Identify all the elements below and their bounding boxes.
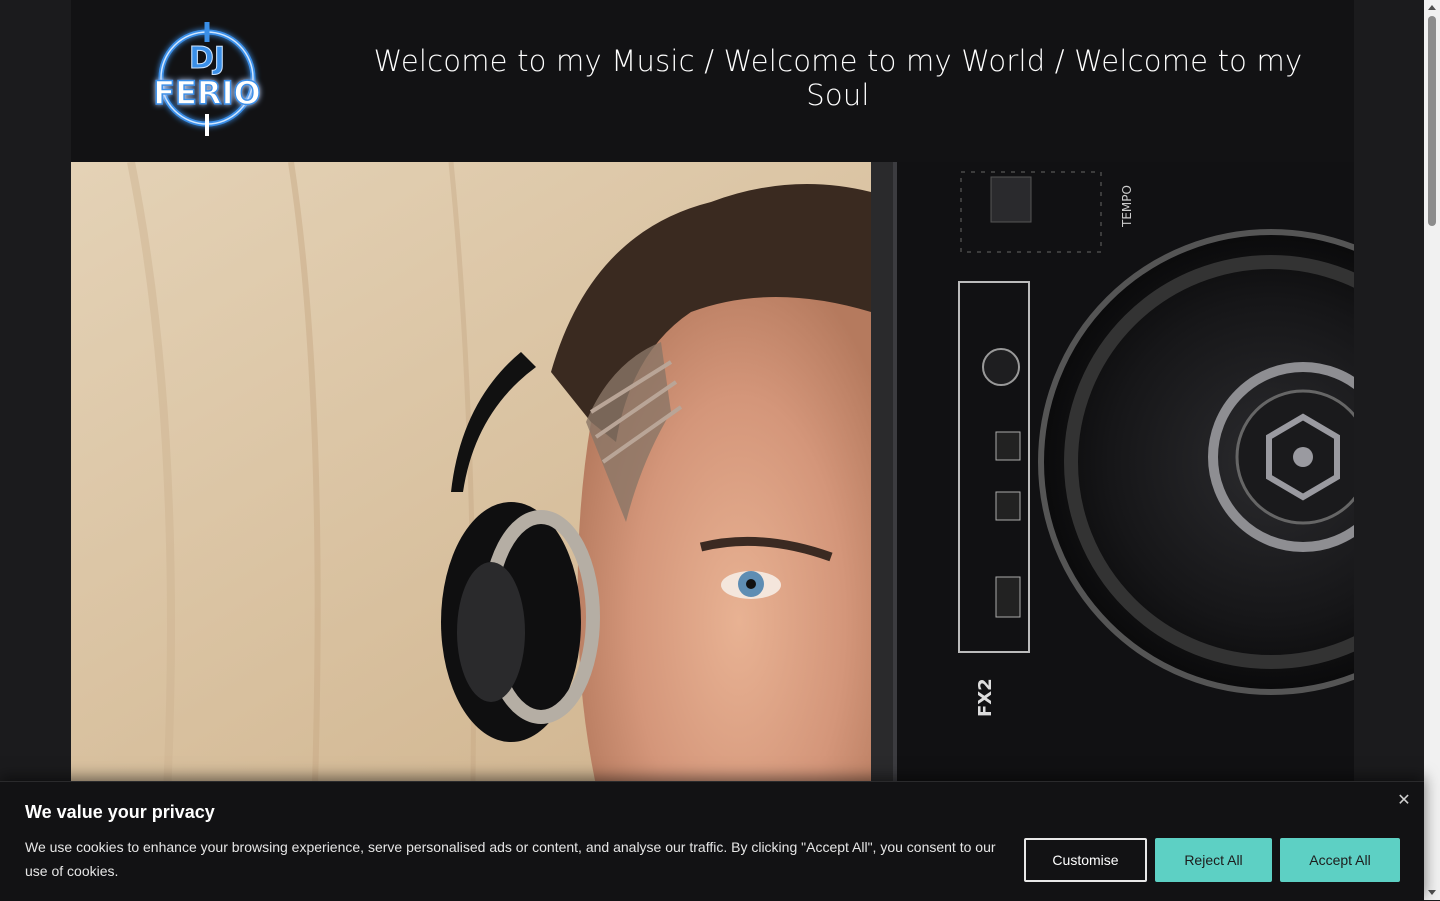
site-tagline: Welcome to my Music / Welcome to my Worl…: [373, 44, 1303, 112]
dj-ferio-logo-icon: DJ FERIO: [153, 22, 261, 136]
cookie-banner-title: We value your privacy: [25, 802, 215, 822]
close-icon[interactable]: ✕: [1394, 790, 1414, 810]
svg-text:FX2: FX2: [975, 678, 996, 717]
scroll-up-arrow-icon[interactable]: [1428, 5, 1436, 10]
page-scrollbar[interactable]: [1424, 0, 1440, 900]
reject-all-button[interactable]: Reject All: [1155, 838, 1272, 882]
page-container: DJ FERIO Welcome to my Music / Welcome t…: [71, 0, 1354, 900]
svg-text:TEMPO: TEMPO: [1120, 185, 1134, 228]
scrollbar-thumb[interactable]: [1428, 16, 1436, 226]
accept-all-button[interactable]: Accept All: [1280, 838, 1400, 882]
cookie-banner-text: We use cookies to enhance your browsing …: [25, 839, 996, 879]
scroll-down-arrow-icon[interactable]: [1428, 890, 1436, 895]
svg-text:FERIO: FERIO: [153, 74, 260, 112]
site-logo[interactable]: DJ FERIO: [133, 20, 285, 140]
svg-text:DJ: DJ: [189, 41, 225, 76]
customise-button[interactable]: Customise: [1024, 838, 1147, 882]
cookie-consent-banner: We value your privacy We use cookies to …: [0, 781, 1424, 901]
site-header: DJ FERIO Welcome to my Music / Welcome t…: [71, 0, 1354, 162]
